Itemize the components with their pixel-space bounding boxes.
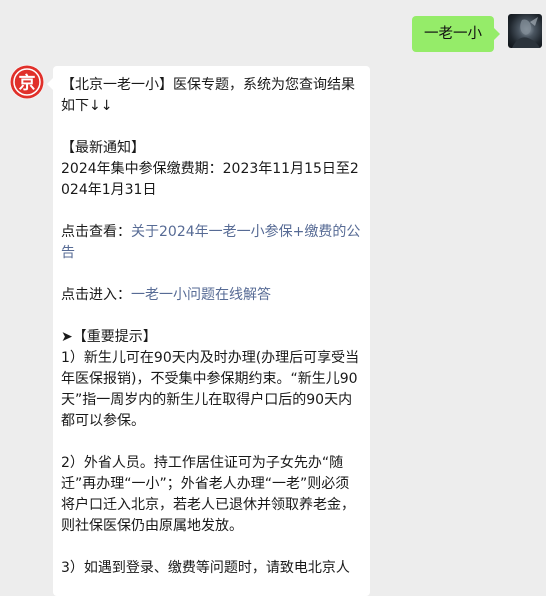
outgoing-message-row: 一老一小 — [0, 14, 546, 54]
incoming-message-bubble: 【北京一老一小】医保专题，系统为您查询结果如下↓↓ 【最新通知】 2024年集中… — [47, 66, 370, 596]
tip-contact: 3）如遇到登录、缴费等问题时，请致电北京人 — [61, 560, 350, 576]
outgoing-message-bubble[interactable]: 一老一小 — [412, 16, 500, 52]
user-avatar-image — [512, 17, 540, 48]
view-prefix: 点击查看： — [61, 224, 131, 240]
logo-character: 京 — [19, 73, 36, 94]
notice-body: 2024年集中参保缴费期：2023年11月15日至2024年1月31日 — [61, 161, 359, 198]
enter-qa-line: 点击进入：一老一小问题在线解答 — [61, 285, 362, 306]
enter-prefix: 点击进入： — [61, 287, 131, 303]
beijing-logo-icon: 京 — [10, 65, 44, 99]
chat-window: 一老一小 京 【北京一老一小】医保专题，系统为您查询结果如下↓↓ 【最新通知】 … — [0, 0, 546, 596]
intro-text: 【北京一老一小】医保专题，系统为您查询结果如下↓↓ — [61, 77, 355, 114]
online-qa-link[interactable]: 一老一小问题在线解答 — [131, 287, 271, 303]
tip-newborn: 1）新生儿可在90天内及时办理(办理后可享受当年医保报销)，不受集中参保期约束。… — [61, 350, 360, 429]
notice-section: 【最新通知】 2024年集中参保缴费期：2023年11月15日至2024年1月3… — [61, 138, 362, 201]
user-avatar[interactable] — [508, 14, 542, 48]
tips-title: ➤【重要提示】 — [61, 329, 157, 345]
notice-title: 【最新通知】 — [61, 140, 145, 156]
official-account-avatar[interactable]: 京 — [10, 65, 44, 99]
view-announcement-line: 点击查看：关于2024年一老一小参保+缴费的公告 — [61, 222, 362, 264]
tip-nonlocal: 2）外省人员。持工作居住证可为子女先办“随迁”再办理“一小”；外省老人办理“一老… — [61, 455, 355, 534]
tips-section: ➤【重要提示】 1）新生儿可在90天内及时办理(办理后可享受当年医保报销)，不受… — [61, 327, 362, 432]
outgoing-message-text: 一老一小 — [424, 26, 482, 42]
